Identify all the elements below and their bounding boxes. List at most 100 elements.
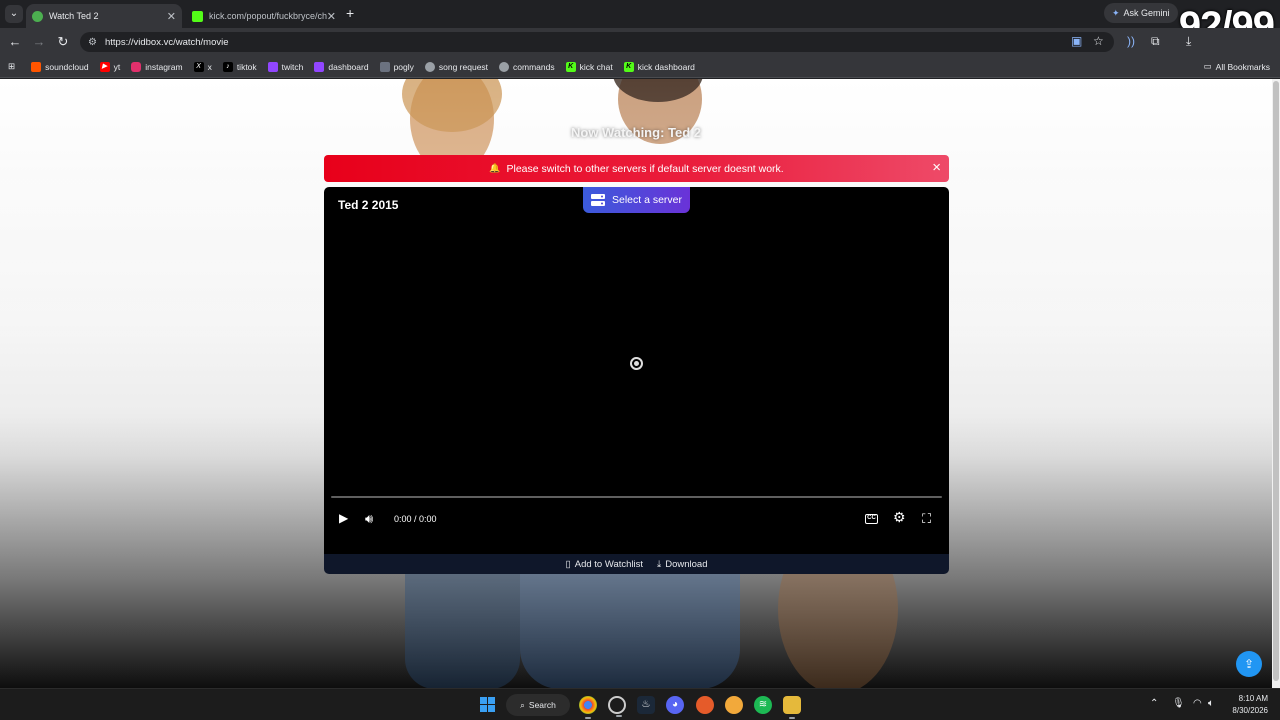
tab-watch-ted-2[interactable]: Watch Ted 2 ✕ [26, 4, 182, 28]
youtube-icon: ▶ [99, 61, 110, 72]
ask-gemini-button[interactable]: ✦ Ask Gemini [1104, 3, 1178, 23]
time-display: 0:00 / 0:00 [394, 514, 437, 524]
bookmark-song-request[interactable]: song request [424, 61, 489, 72]
browser-toolbar: ← → ↻ ⚙ https://vidbox.vc/watch/movie ▣ … [0, 28, 1280, 56]
alert-text: Please switch to other servers if defaul… [506, 162, 784, 175]
chrome-icon[interactable] [579, 696, 597, 719]
share-icon: ⇪ [1243, 657, 1255, 671]
page-viewport: Now Watching: Ted 2 🔔 Please switch to o… [0, 79, 1272, 688]
play-icon[interactable]: ▶ [339, 511, 348, 525]
tab-search-chevron-icon[interactable]: ⌄ [5, 5, 23, 23]
bookmark-label: twitch [281, 61, 304, 72]
select-server-button[interactable]: Select a server [583, 187, 690, 213]
bot-icon [499, 61, 510, 72]
tab-close-icon[interactable]: ✕ [327, 10, 336, 23]
download-button[interactable]: ⤓ Download [657, 559, 707, 570]
back-arrow-icon[interactable]: ← [7, 34, 23, 49]
now-watching-heading: Now Watching: Ted 2 [571, 125, 701, 140]
x-icon: X [193, 61, 204, 72]
add-to-watchlist-button[interactable]: ▯ Add to Watchlist [566, 559, 644, 570]
tab-close-icon[interactable]: ✕ [167, 10, 176, 23]
media-icon[interactable]: )) [1127, 34, 1135, 48]
video-player[interactable]: Ted 2 2015 Select a server ▶ 🔊︎ 0:00 / 0… [324, 187, 949, 554]
bookmark-soundcloud[interactable]: soundcloud [31, 61, 89, 72]
tray-chevron-icon[interactable]: ⌃ [1150, 698, 1158, 709]
folder-icon: ▭ [1203, 61, 1212, 71]
bookmark-commands[interactable]: commands [499, 61, 555, 72]
extensions-icon[interactable]: ⧉ [1151, 34, 1160, 49]
reload-icon[interactable]: ↻ [55, 34, 71, 50]
taskbar-search-label: Search [528, 700, 556, 710]
clock-date: 8/30/2026 [1232, 706, 1268, 715]
bookmark-instagram[interactable]: instagram [131, 61, 183, 72]
search-icon: ⌕ [520, 699, 525, 710]
steam-icon[interactable]: ♨ [637, 696, 655, 714]
bookmark-label: commands [513, 61, 555, 72]
bot-icon [424, 61, 435, 72]
browser-app-icon[interactable] [696, 696, 714, 714]
bookmark-kick-chat[interactable]: Kkick chat [565, 61, 613, 72]
alert-close-button[interactable]: × [932, 159, 941, 176]
bookmark-label: x [207, 61, 212, 72]
tab-kick-popout[interactable]: kick.com/popout/fuckbryce/ch ✕ [186, 4, 342, 28]
speaker-icon[interactable]: 🔈︎ [1208, 698, 1214, 709]
app-icon[interactable] [725, 696, 743, 714]
server-alert-banner: 🔔 Please switch to other servers if defa… [324, 155, 949, 182]
bookmark-x[interactable]: Xx [193, 61, 212, 72]
loading-spinner-icon [630, 357, 643, 370]
bookmark-label: song request [438, 61, 489, 72]
twitch-icon [314, 61, 325, 72]
kick-favicon-icon [192, 10, 203, 22]
all-bookmarks-button[interactable]: ▭ All Bookmarks [1204, 61, 1270, 72]
bookmark-kick-dashboard[interactable]: Kkick dashboard [623, 61, 695, 72]
bookmark-star-icon[interactable]: ☆ [1093, 34, 1104, 48]
app-icon[interactable] [608, 696, 626, 717]
taskbar-search[interactable]: ⌕ Search [506, 694, 570, 716]
bell-icon: 🔔 [489, 163, 501, 173]
scrollbar-thumb[interactable] [1273, 81, 1279, 681]
watchlist-label: Add to Watchlist [574, 558, 644, 570]
bookmark-yt[interactable]: ▶ yt [99, 61, 120, 72]
movie-title: Ted 2 2015 [338, 198, 399, 212]
discord-icon[interactable]: ◕ [666, 696, 684, 714]
new-tab-button[interactable]: + [346, 5, 354, 21]
twitch-icon [267, 61, 278, 72]
system-clock[interactable]: 8:10 AM 8/30/2026 [1232, 693, 1268, 717]
bookmarks-bar: ⊞ soundcloud ▶ yt instagram Xx ♪ tiktok tw… [0, 56, 1280, 78]
kick-icon: K [565, 61, 576, 72]
gemini-sparkle-icon: ✦ [1112, 7, 1120, 18]
tiktok-icon: ♪ [222, 61, 233, 72]
bookmark-icon: ▯ [565, 558, 571, 570]
apps-grid-icon[interactable]: ⊞ [8, 61, 15, 72]
microphone-icon[interactable]: 🎙︎ [1172, 698, 1185, 709]
site-info-icon[interactable]: ⚙ [88, 37, 97, 48]
vidbox-favicon-icon [32, 10, 43, 22]
download-label: Download [665, 558, 708, 570]
forward-arrow-icon[interactable]: → [31, 34, 47, 49]
kick-icon: K [623, 61, 634, 72]
spotify-icon[interactable]: ≋ [754, 696, 772, 714]
captions-icon[interactable]: CC [865, 514, 878, 524]
cast-icon[interactable]: ▣ [1071, 34, 1082, 48]
fullscreen-icon[interactable]: ⛶ [922, 511, 931, 527]
app-icon[interactable] [783, 696, 801, 719]
floating-action-button[interactable]: ⇪ [1236, 651, 1262, 677]
bookmark-label: kick dashboard [637, 61, 695, 72]
page-scrollbar[interactable] [1272, 79, 1280, 688]
server-icon [590, 194, 605, 206]
address-bar[interactable]: ⚙ https://vidbox.vc/watch/movie [80, 32, 1114, 52]
bookmark-dashboard[interactable]: dashboard [314, 61, 369, 72]
bookmark-twitch[interactable]: twitch [267, 61, 304, 72]
ask-gemini-label: Ask Gemini [1123, 8, 1170, 18]
windows-start-icon[interactable] [480, 697, 495, 712]
bookmark-pogly[interactable]: pogly [379, 61, 414, 72]
video-progress-bar[interactable] [331, 496, 942, 498]
settings-gear-icon[interactable]: ⚙ [893, 509, 906, 526]
volume-icon[interactable]: 🔊︎ [365, 511, 373, 527]
bookmark-label: tiktok [236, 61, 257, 72]
wifi-icon[interactable]: ◠ [1193, 698, 1202, 709]
bookmark-tiktok[interactable]: ♪ tiktok [222, 61, 257, 72]
all-bookmarks-label: All Bookmarks [1215, 61, 1270, 72]
download-icon[interactable]: ⤓ [1186, 34, 1191, 49]
bookmark-label: soundcloud [45, 61, 89, 72]
